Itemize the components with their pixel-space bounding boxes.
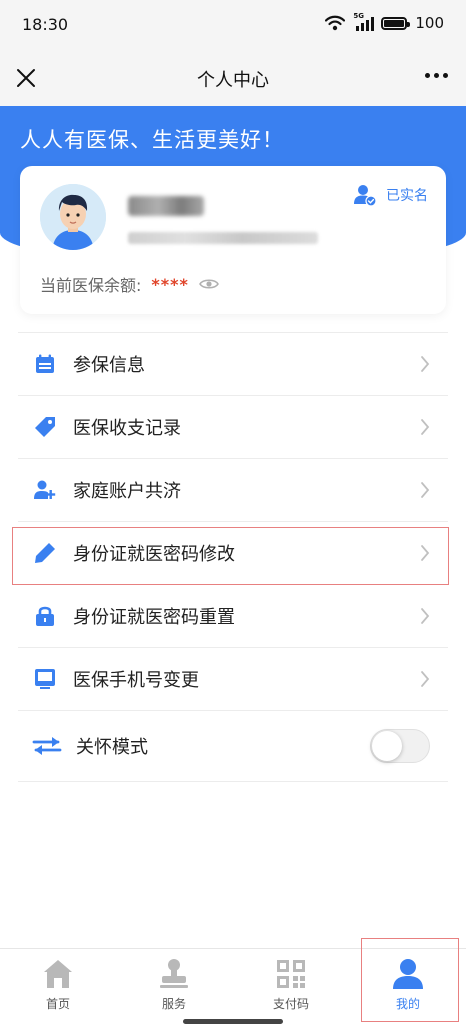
menu-item-payment-records[interactable]: 医保收支记录 <box>18 395 448 458</box>
chevron-right-icon <box>421 671 430 687</box>
chevron-right-icon <box>421 545 430 561</box>
lock-icon <box>34 605 56 627</box>
tab-mine[interactable]: 我的 <box>350 949 466 1021</box>
menu-item-label: 参保信息 <box>73 355 145 376</box>
menu-item-password-change[interactable]: 身份证就医密码修改 <box>18 521 448 584</box>
verified-label: 已实名 <box>386 188 428 204</box>
tab-pay-code[interactable]: 支付码 <box>233 949 349 1021</box>
tab-label: 支付码 <box>272 997 309 1011</box>
avatar[interactable] <box>40 184 106 250</box>
tab-label: 服务 <box>161 997 186 1011</box>
network-type: 5G <box>353 12 364 20</box>
balance-value: **** <box>151 274 189 294</box>
calendar-icon <box>34 353 56 375</box>
chevron-right-icon <box>421 608 430 624</box>
home-icon <box>44 960 72 988</box>
verified-status: 已实名 <box>354 184 428 206</box>
chevron-right-icon <box>421 482 430 498</box>
chevron-right-icon <box>421 356 430 372</box>
battery-level: 100 <box>415 14 444 32</box>
tab-home[interactable]: 首页 <box>0 949 116 1021</box>
avatar-image <box>40 184 106 250</box>
eye-icon[interactable] <box>198 277 219 291</box>
menu-list: 参保信息 医保收支记录 家庭账户共济 身份证就医密码修改 身份证就医密码重置 医… <box>18 332 448 782</box>
care-mode-toggle[interactable] <box>370 729 430 763</box>
tab-label: 我的 <box>395 997 420 1011</box>
tab-services[interactable]: 服务 <box>116 949 232 1021</box>
menu-item-label: 医保手机号变更 <box>73 670 199 691</box>
more-icon[interactable] <box>425 73 448 78</box>
menu-item-label: 家庭账户共济 <box>73 481 181 502</box>
menu-item-label: 医保收支记录 <box>73 418 181 439</box>
profile-card: 已实名 当前医保余额: **** <box>20 166 446 314</box>
tab-label: 首页 <box>45 997 70 1011</box>
menu-item-phone-change[interactable]: 医保手机号变更 <box>18 647 448 710</box>
home-indicator <box>183 1019 283 1024</box>
status-bar: 18:30 5G 100 <box>0 0 466 52</box>
toggle-knob <box>372 731 402 761</box>
hero-slogan: 人人有医保、生活更美好！ <box>20 128 284 152</box>
menu-item-password-reset[interactable]: 身份证就医密码重置 <box>18 584 448 647</box>
menu-item-care-mode: 关怀模式 <box>18 710 448 782</box>
balance-label: 当前医保余额: <box>40 276 142 295</box>
add-user-icon <box>34 479 56 501</box>
tag-icon <box>34 416 56 438</box>
stamp-icon <box>160 959 188 988</box>
pencil-icon <box>34 542 56 564</box>
status-time: 18:30 <box>22 15 69 34</box>
nav-bar: 个人中心 <box>0 52 466 106</box>
menu-item-label: 身份证就医密码重置 <box>73 607 235 628</box>
signal-icon: 5G <box>353 12 375 31</box>
page-title: 个人中心 <box>197 70 269 91</box>
user-name-masked <box>128 196 204 216</box>
menu-item-family-account[interactable]: 家庭账户共济 <box>18 458 448 521</box>
chevron-right-icon <box>421 419 430 435</box>
qr-code-icon <box>277 960 305 988</box>
user-icon <box>393 959 423 989</box>
menu-item-label: 关怀模式 <box>76 737 148 758</box>
monitor-icon <box>34 668 56 690</box>
battery-icon <box>381 16 411 30</box>
id-number-masked <box>128 232 318 244</box>
menu-item-insurance-info[interactable]: 参保信息 <box>18 332 448 395</box>
menu-item-label: 身份证就医密码修改 <box>73 544 235 565</box>
swap-arrows-icon <box>32 735 62 757</box>
balance-row: 当前医保余额: **** <box>40 272 219 296</box>
verified-user-icon <box>354 185 376 206</box>
wifi-icon <box>325 15 346 31</box>
